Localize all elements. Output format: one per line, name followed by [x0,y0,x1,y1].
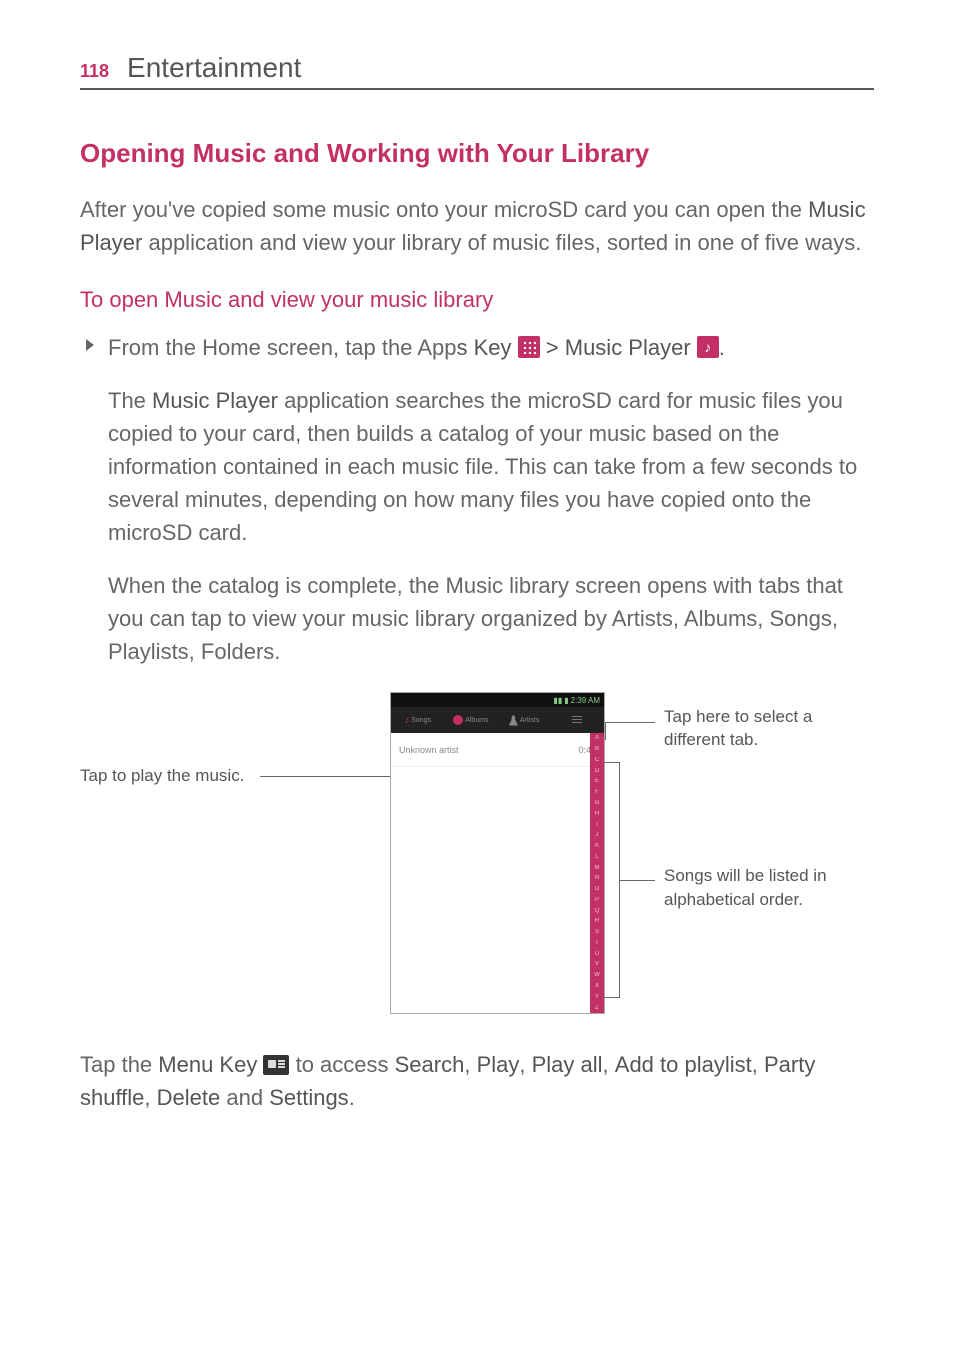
alpha-letter: X [595,983,599,989]
person-icon [509,715,518,726]
callout-line-top-v [605,722,606,740]
caption-left: Tap to play the music. [80,766,244,786]
caption-top-right: Tap here to select a different tab. [664,706,874,752]
alpha-letter: A [595,735,599,741]
bullet-bold2: Music Player [565,335,691,360]
alpha-letter: Y [595,994,599,1000]
alpha-letter: C [595,757,599,763]
section-title: Entertainment [127,52,301,84]
alpha-letter: E [595,778,599,784]
list-icon [572,716,582,724]
menu-key-icon [263,1055,289,1075]
step-bullet: From the Home screen, tap the Apps Key >… [108,331,874,364]
bp-c3: , [603,1052,615,1077]
bullet-triangle-icon [86,339,94,351]
figure: Tap to play the music. ▮▮ ▮ 2:39 AM ♪Son… [80,692,874,1022]
alpha-letter: O [595,886,600,892]
alpha-letter: B [595,746,599,752]
alpha-letter: P [595,897,599,903]
phone-status-bar: ▮▮ ▮ 2:39 AM [391,693,604,707]
paragraph-3: When the catalog is complete, the Music … [108,569,874,668]
alpha-letter: I [596,822,598,828]
alpha-index[interactable]: ABCDEFGHIJKLMNOPQRSTUVWXYZ [590,733,604,1013]
subheading: To open Music and view your music librar… [80,287,874,313]
song-title: Unknown artist [399,745,459,755]
page-number: 118 [80,61,109,82]
alpha-letter: K [595,843,599,849]
bp-mid1: to access [289,1052,394,1077]
bp-b2: Search [395,1052,465,1077]
bp-c1: , [464,1052,476,1077]
alpha-letter: S [595,929,599,935]
phone-mockup: ▮▮ ▮ 2:39 AM ♪Songs Albums Artists Unkno… [390,692,605,1014]
apps-key-icon [518,336,540,358]
bullet-bold1: s Key [457,335,512,360]
bp-post: . [349,1085,355,1110]
alpha-letter: Z [595,1005,599,1011]
caption-bottom-right: Songs will be listed in alphabetical ord… [664,864,874,912]
status-time: 2:39 AM [571,696,600,705]
bp-b5: Add to playlist [615,1052,752,1077]
tab-songs[interactable]: ♪Songs [391,715,444,726]
bp-pre: Tap the [80,1052,158,1077]
callout-line-right [620,880,655,881]
paragraph-2: The Music Player application searches th… [108,384,874,549]
note-icon: ♪ [404,715,409,726]
bp-b4: Play all [532,1052,603,1077]
alpha-letter: D [595,768,599,774]
bp-b3: Play [477,1052,520,1077]
alpha-letter: R [595,918,599,924]
alpha-letter: G [595,800,600,806]
alpha-letter: Q [595,908,600,914]
intro-pre: After you've copied some music onto your… [80,197,808,222]
intro-paragraph: After you've copied some music onto your… [80,193,874,259]
bullet-pre: From the Home screen, tap the App [108,335,457,360]
status-battery-icon: ▮ [564,696,568,705]
alpha-letter: H [595,811,599,817]
status-signal-icon: ▮▮ [553,696,562,705]
alpha-letter: U [595,951,599,957]
disc-icon [453,715,463,725]
alpha-letter: J [596,832,599,838]
music-player-icon [697,336,719,358]
bp-b7: Delete [157,1085,221,1110]
alpha-letter: L [595,854,598,860]
alpha-letter: W [594,972,600,978]
tab-albums-label: Albums [465,717,488,724]
tab-artists[interactable]: Artists [498,715,551,726]
bp-b8: Settings [269,1085,349,1110]
bullet-mid: > [540,335,565,360]
bp-c5: , [144,1085,156,1110]
alpha-letter: N [595,875,599,881]
tab-albums[interactable]: Albums [444,715,497,725]
bp-b1: Menu Key [158,1052,257,1077]
callout-line-left [260,776,390,777]
bottom-paragraph: Tap the Menu Key to access Search, Play,… [80,1048,874,1114]
p2-bold: Music Player [152,388,278,413]
tab-songs-label: Songs [411,717,431,724]
p2-pre: The [108,388,152,413]
alpha-letter: F [595,789,599,795]
bullet-post: . [719,335,725,360]
intro-post: application and view your library of mus… [142,230,861,255]
page-heading: Opening Music and Working with Your Libr… [80,138,874,169]
tab-more[interactable] [551,716,604,724]
phone-tabs: ♪Songs Albums Artists [391,707,604,733]
callout-line-top [605,722,655,723]
callout-bracket-right [604,762,620,998]
header: 118 Entertainment [80,52,874,90]
alpha-letter: M [595,865,600,871]
bp-c4: , [752,1052,764,1077]
alpha-letter: V [595,961,599,967]
bp-c2: , [519,1052,531,1077]
alpha-letter: T [595,940,599,946]
bp-c6: and [220,1085,269,1110]
tab-artists-label: Artists [520,717,539,724]
song-row[interactable]: Unknown artist 0:49 [391,733,604,767]
